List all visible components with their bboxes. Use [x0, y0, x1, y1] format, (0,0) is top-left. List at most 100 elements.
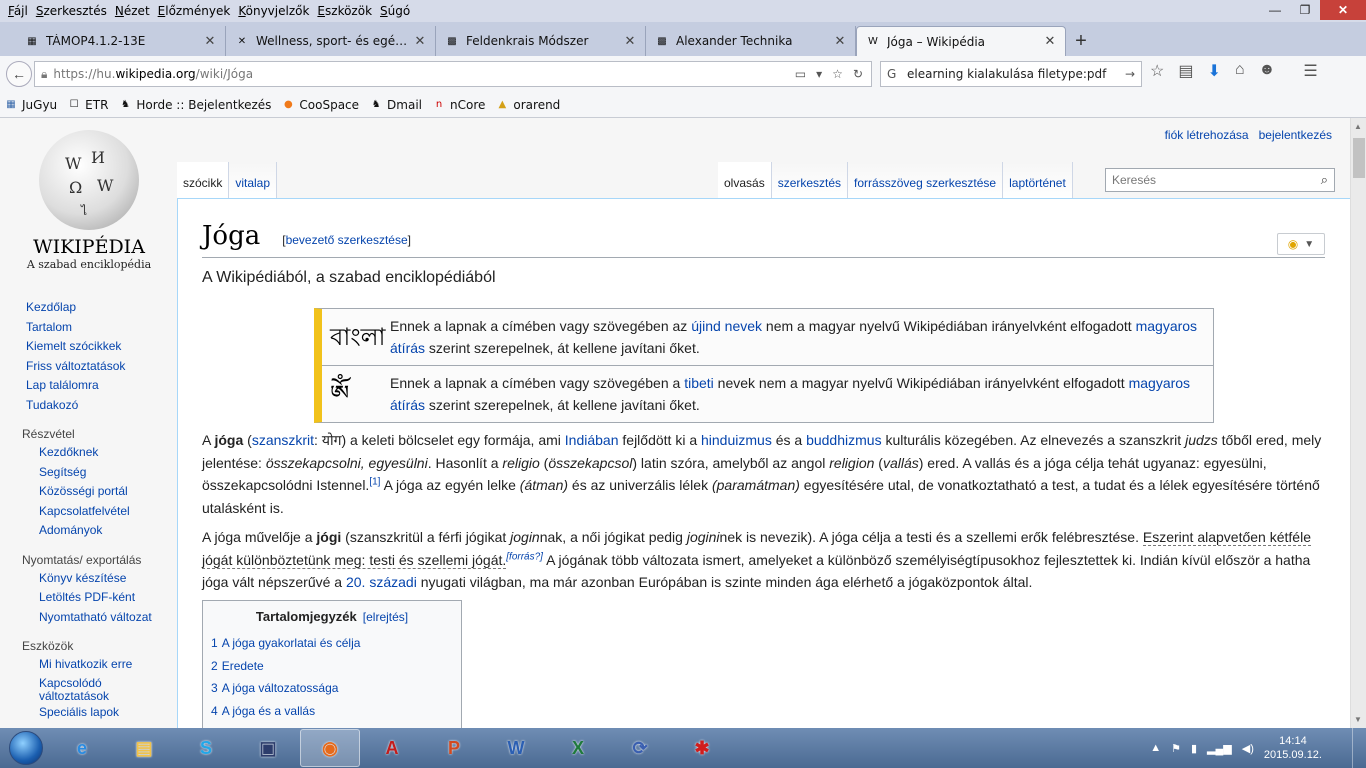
- tab-4[interactable]: W Jóga – Wikipédia ✕: [856, 26, 1066, 56]
- view-tab-3[interactable]: laptörténet: [1003, 162, 1073, 198]
- bookmark-5[interactable]: n nCore: [432, 98, 486, 112]
- scroll-down-icon[interactable]: ▼: [1354, 715, 1362, 724]
- sidebar-nav-link[interactable]: Kiemelt szócikkek: [0, 337, 176, 357]
- start-button[interactable]: [0, 728, 52, 768]
- restore-icon[interactable]: ❐: [1290, 0, 1320, 20]
- bookmark-2[interactable]: ♞ Horde :: Bejelentkezés: [118, 98, 271, 112]
- login-link[interactable]: bejelentkezés: [1259, 128, 1332, 142]
- menu-4[interactable]: Könyvjelzők: [234, 4, 313, 18]
- download-arrow-icon[interactable]: ⬇: [1207, 61, 1220, 81]
- reload-icon[interactable]: ↻: [853, 67, 863, 81]
- wikipedia-logo[interactable]: W И Ω W ไ WIKIPÉDIA A szabad enciklopédi…: [26, 130, 152, 271]
- link-hinduism[interactable]: hinduizmus: [701, 432, 772, 448]
- explorer-folder-icon[interactable]: ▤: [114, 729, 174, 767]
- show-desktop-button[interactable]: [1352, 728, 1366, 768]
- citation-needed-link[interactable]: [forrás?]: [506, 551, 543, 562]
- bookmark-1[interactable]: ☐ ETR: [67, 98, 109, 112]
- url-bar[interactable]: 🔒︎ https://hu.wikipedia.org/wiki/Jóga ▭ …: [34, 61, 872, 87]
- clock[interactable]: 14:14 2015.09.12.: [1264, 734, 1322, 762]
- edit-lead-link[interactable]: [bevezető szerkesztése]: [282, 233, 411, 247]
- dropdown-arrow-icon[interactable]: ▾: [816, 67, 822, 81]
- reader-view-icon[interactable]: ▭: [795, 67, 806, 81]
- close-tab-icon[interactable]: ✕: [833, 34, 847, 49]
- link-india[interactable]: Indiában: [565, 432, 619, 448]
- sidebar-portal-link[interactable]: Speciális lapok: [0, 703, 176, 723]
- namespace-tab-1[interactable]: vitalap: [229, 162, 278, 198]
- toc-item[interactable]: 1A jóga gyakorlatai és célja: [211, 632, 453, 655]
- sidebar-nav-link[interactable]: Tartalom: [0, 318, 176, 338]
- back-arrow-icon[interactable]: ←: [6, 61, 32, 87]
- sidebar-portal-link[interactable]: Kapcsolatfelvétel: [0, 502, 176, 522]
- close-tab-icon[interactable]: ✕: [413, 34, 427, 49]
- search-icon[interactable]: ⌕: [1321, 172, 1328, 188]
- reference-1[interactable]: [1]: [369, 476, 380, 487]
- link-20th-century[interactable]: 20. századi: [346, 574, 417, 590]
- sidebar-nav-link[interactable]: Tudakozó: [0, 396, 176, 416]
- tab-2[interactable]: ▩ Feldenkrais Módszer ✕: [436, 26, 646, 56]
- sidebar-portal-link[interactable]: Letöltés PDF-ként: [0, 588, 176, 608]
- tab-0[interactable]: ▦ TÁMOP4.1.2-13E ✕: [16, 26, 226, 56]
- toc-item[interactable]: 2 Eredete: [211, 655, 453, 678]
- namespace-tab-0[interactable]: szócikk: [177, 162, 230, 198]
- battery-icon[interactable]: ▮: [1191, 742, 1197, 755]
- create-account-link[interactable]: fiók létrehozása: [1165, 128, 1249, 142]
- watch-button[interactable]: ◉ ▼: [1277, 233, 1325, 255]
- floppy-save-icon[interactable]: ▣: [238, 729, 298, 767]
- bookmark-0[interactable]: ▦ JuGyu: [4, 98, 57, 112]
- new-tab-plus-icon[interactable]: +: [1066, 26, 1096, 56]
- excel-icon[interactable]: X: [548, 729, 608, 767]
- link-buddhism[interactable]: buddhizmus: [806, 432, 882, 448]
- firefox-icon[interactable]: ◉: [300, 729, 360, 767]
- toc-item[interactable]: 4A jóga és a vallás: [211, 700, 453, 723]
- bookmark-star-icon[interactable]: ☆: [1150, 61, 1164, 81]
- search-go-arrow-icon[interactable]: →: [1125, 67, 1141, 81]
- edit-lead-label[interactable]: bevezető szerkesztése: [286, 233, 408, 247]
- sync-icon[interactable]: ⟳: [610, 729, 670, 767]
- network-signal-icon[interactable]: ▂▄▆: [1207, 742, 1232, 755]
- volume-icon[interactable]: ◀): [1242, 742, 1254, 755]
- close-tab-icon[interactable]: ✕: [623, 34, 637, 49]
- search-bar[interactable]: G elearning kialakulása filetype:pdf →: [880, 61, 1142, 87]
- sidebar-portal-link[interactable]: Adományok: [0, 521, 176, 541]
- view-tab-0[interactable]: olvasás: [718, 162, 772, 198]
- bookmark-4[interactable]: ♞ Dmail: [369, 98, 422, 112]
- home-icon[interactable]: ⌂: [1235, 61, 1245, 81]
- notice-link[interactable]: tibeti: [684, 375, 714, 391]
- notice-link[interactable]: újind nevek: [691, 318, 762, 334]
- sidebar-portal-link[interactable]: Kezdőknek: [0, 443, 176, 463]
- tab-3[interactable]: ▩ Alexander Technika ✕: [646, 26, 856, 56]
- chat-icon[interactable]: ☻: [1259, 61, 1276, 81]
- sidebar-portal-link[interactable]: Kapcsolódó változtatások: [0, 675, 120, 703]
- menu-5[interactable]: Eszközök: [313, 4, 376, 18]
- wiki-search-input[interactable]: Keresés ⌕: [1105, 168, 1335, 192]
- view-tab-2[interactable]: forrásszöveg szerkesztése: [848, 162, 1004, 198]
- ie-icon[interactable]: e: [52, 729, 112, 767]
- menu-2[interactable]: Nézet: [111, 4, 154, 18]
- close-tab-icon[interactable]: ✕: [1043, 34, 1057, 49]
- menu-6[interactable]: Súgó: [376, 4, 414, 18]
- flag-icon[interactable]: ⚑: [1171, 742, 1181, 755]
- acrobat-icon[interactable]: A: [362, 729, 422, 767]
- view-tab-1[interactable]: szerkesztés: [771, 162, 849, 198]
- sidebar-nav-link[interactable]: Friss változtatások: [0, 357, 176, 377]
- tray-expand-icon[interactable]: ▲: [1150, 742, 1161, 754]
- sidebar-portal-link[interactable]: Könyv készítése: [0, 569, 176, 589]
- menu-3[interactable]: Előzmények: [154, 4, 235, 18]
- scroll-up-icon[interactable]: ▲: [1354, 122, 1362, 131]
- powerpoint-icon[interactable]: P: [424, 729, 484, 767]
- hamburger-menu-icon[interactable]: ☰: [1303, 61, 1317, 81]
- menu-1[interactable]: Szerkesztés: [32, 4, 111, 18]
- bookmarks-list-icon[interactable]: ▤: [1178, 61, 1193, 81]
- tab-1[interactable]: ✕ Wellness, sport- és egészs... ✕: [226, 26, 436, 56]
- sidebar-portal-link[interactable]: Mi hivatkozik erre: [0, 655, 176, 675]
- menu-0[interactable]: Fájl: [4, 4, 32, 18]
- bookmark-3[interactable]: ● CooSpace: [281, 98, 359, 112]
- close-tab-icon[interactable]: ✕: [203, 34, 217, 49]
- bookmark-star-outline-icon[interactable]: ☆: [832, 67, 843, 81]
- scroll-thumb[interactable]: [1353, 138, 1365, 178]
- close-window-icon[interactable]: ✕: [1320, 0, 1366, 20]
- sidebar-portal-link[interactable]: Nyomtatható változat: [0, 608, 176, 628]
- sidebar-portal-link[interactable]: Segítség: [0, 463, 176, 483]
- sidebar-nav-link[interactable]: Kezdőlap: [0, 298, 176, 318]
- toc-toggle-link[interactable]: [elrejtés]: [363, 610, 408, 624]
